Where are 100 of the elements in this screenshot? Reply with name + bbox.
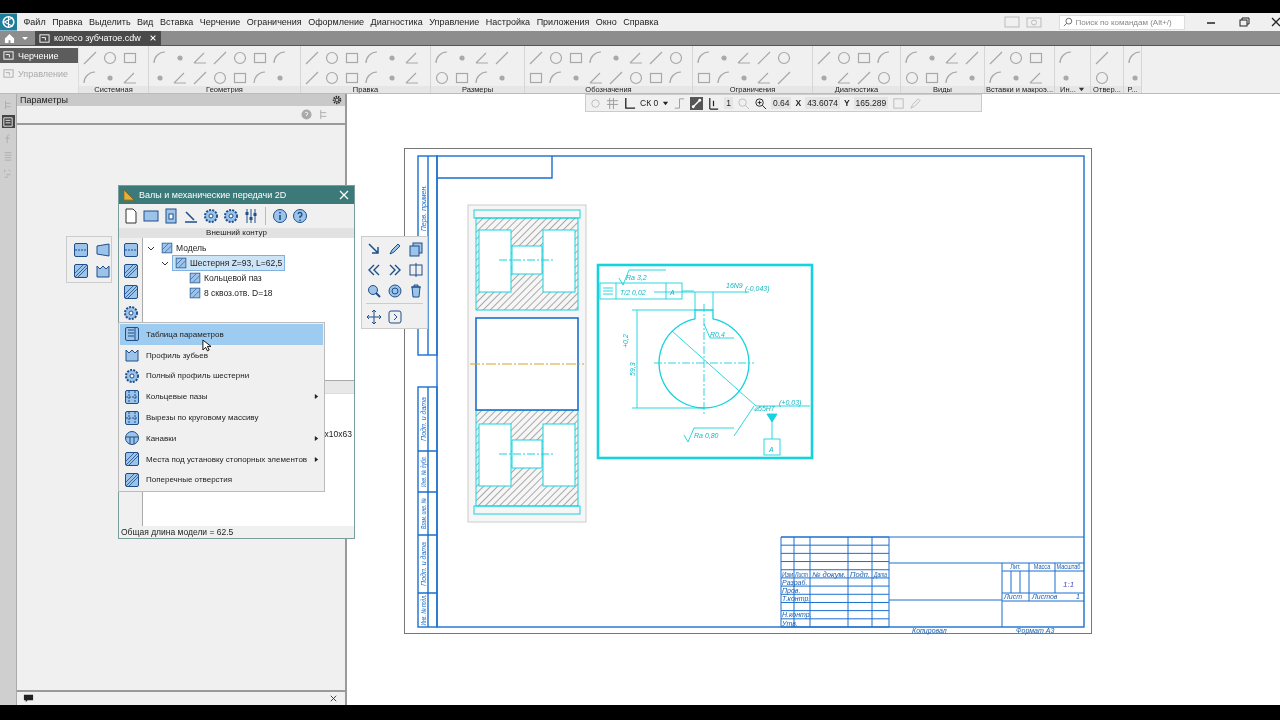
panel-icon[interactable] bbox=[143, 208, 159, 224]
arc-tool-icon[interactable] bbox=[152, 50, 168, 66]
menu-item[interactable]: Выделить bbox=[89, 17, 131, 27]
line-tool-icon[interactable] bbox=[304, 50, 320, 66]
line-tool-icon[interactable] bbox=[82, 50, 98, 66]
snap-icon[interactable] bbox=[589, 96, 602, 110]
menu-item[interactable]: Вставка bbox=[159, 17, 194, 27]
line-tool-icon[interactable] bbox=[1094, 50, 1110, 66]
arc-tool-icon[interactable] bbox=[82, 70, 98, 86]
menu-item[interactable]: Поперечные отверстия bbox=[120, 469, 323, 491]
target-icon[interactable] bbox=[387, 283, 403, 299]
menu-item[interactable]: Справка bbox=[623, 17, 659, 27]
angle-tool-icon[interactable] bbox=[628, 50, 644, 66]
line-tool-icon[interactable] bbox=[192, 70, 208, 86]
circle-tool-icon[interactable] bbox=[212, 70, 228, 86]
circle-tool-icon[interactable] bbox=[324, 70, 340, 86]
close-icon[interactable] bbox=[328, 693, 339, 704]
angle-tool-icon[interactable] bbox=[192, 50, 208, 66]
circle-tool-icon[interactable] bbox=[1008, 50, 1024, 66]
menu-item[interactable]: Управление bbox=[429, 17, 480, 27]
line-tool-icon[interactable] bbox=[816, 50, 832, 66]
snap-toggle-icon[interactable] bbox=[690, 96, 704, 110]
plain-block-icon[interactable] bbox=[73, 242, 89, 258]
line-tool-icon[interactable] bbox=[964, 50, 980, 66]
circle-tool-icon[interactable] bbox=[232, 50, 248, 66]
rectangle-tool-icon[interactable] bbox=[648, 70, 664, 86]
arc-tool-icon[interactable] bbox=[988, 70, 1004, 86]
arc-tool-icon[interactable] bbox=[1058, 50, 1074, 66]
rectangle-tool-icon[interactable] bbox=[924, 70, 940, 86]
canal-icon[interactable] bbox=[124, 430, 140, 447]
axes-icon[interactable] bbox=[623, 96, 636, 110]
arc-tool-icon[interactable] bbox=[364, 70, 380, 86]
zoom-field[interactable]: 0.64 bbox=[770, 97, 792, 109]
coordinate-system-dropdown[interactable]: СК 0 bbox=[640, 98, 659, 108]
tree-item[interactable]: Модель bbox=[158, 239, 210, 256]
angle-tool-icon[interactable] bbox=[736, 50, 752, 66]
trash-icon[interactable] bbox=[408, 283, 424, 299]
menu-item[interactable]: Таблица параметров bbox=[120, 324, 323, 345]
plain-block-icon[interactable] bbox=[122, 242, 139, 258]
rectangle-tool-icon[interactable] bbox=[454, 70, 470, 86]
settings-icon[interactable] bbox=[332, 95, 342, 105]
menu-item[interactable]: Черчение bbox=[199, 17, 241, 27]
rectangle-tool-icon[interactable] bbox=[122, 50, 138, 66]
circle-tool-icon[interactable] bbox=[1094, 70, 1110, 86]
close-icon[interactable] bbox=[148, 34, 157, 42]
layer-icon[interactable] bbox=[707, 96, 721, 110]
menu-item[interactable]: Профиль зубьев bbox=[120, 344, 323, 366]
circle-tool-icon[interactable] bbox=[548, 50, 564, 66]
arc-tool-icon[interactable] bbox=[364, 50, 380, 66]
angle-tool-icon[interactable] bbox=[404, 50, 420, 66]
arc-tool-icon[interactable] bbox=[252, 70, 268, 86]
angle-tool-icon[interactable] bbox=[756, 70, 772, 86]
menu-item[interactable]: Кольцевые пазы bbox=[120, 386, 323, 408]
parameters-icon[interactable] bbox=[1, 115, 15, 128]
chat-icon[interactable] bbox=[23, 693, 34, 704]
move-icon[interactable] bbox=[366, 309, 382, 325]
line-tool-icon[interactable] bbox=[648, 50, 664, 66]
holes-icon[interactable] bbox=[124, 471, 140, 488]
angle-tool-icon[interactable] bbox=[474, 50, 490, 66]
search-field[interactable]: Поиск по командам (Alt+/) bbox=[1058, 14, 1185, 30]
menu-item[interactable]: Настройка bbox=[485, 17, 531, 27]
circle-tool-icon[interactable] bbox=[836, 50, 852, 66]
arc-tool-icon[interactable] bbox=[716, 70, 732, 86]
circle-tool-icon[interactable] bbox=[102, 50, 118, 66]
teeth-icon[interactable] bbox=[95, 263, 111, 279]
split-icon[interactable] bbox=[408, 262, 424, 278]
arc-tool-icon[interactable] bbox=[272, 50, 288, 66]
line-tool-icon[interactable] bbox=[756, 50, 772, 66]
line-tool-icon[interactable] bbox=[988, 50, 1004, 66]
circle-tool-icon[interactable] bbox=[876, 70, 892, 86]
menu-item[interactable]: Правка bbox=[52, 17, 83, 27]
gear-icon[interactable] bbox=[122, 305, 139, 321]
line-tool-icon[interactable] bbox=[856, 70, 872, 86]
layer-field[interactable]: 1 bbox=[724, 97, 733, 109]
tree-icon[interactable] bbox=[318, 109, 329, 120]
home-icon[interactable] bbox=[4, 32, 15, 44]
chevrons-left-icon[interactable] bbox=[366, 262, 382, 278]
hatched-block-icon[interactable] bbox=[122, 263, 139, 279]
menu-item[interactable]: Полный профиль шестерни bbox=[120, 365, 323, 387]
angle-tool-icon[interactable] bbox=[944, 50, 960, 66]
menu-item[interactable]: Оформление bbox=[308, 17, 365, 27]
arc-tool-icon[interactable] bbox=[474, 70, 490, 86]
line-tool-icon[interactable] bbox=[494, 50, 510, 66]
menu-item[interactable]: Ограничения bbox=[246, 17, 302, 27]
teeth-icon[interactable] bbox=[124, 347, 140, 364]
exit-icon[interactable] bbox=[387, 309, 403, 325]
pen-icon[interactable] bbox=[183, 208, 199, 224]
menu-item[interactable]: Вырезы по круговому массиву bbox=[120, 407, 323, 428]
rectangle-tool-icon[interactable] bbox=[696, 70, 712, 86]
angle-tool-icon[interactable] bbox=[122, 70, 138, 86]
menu-item[interactable]: Места под установку стопорных элементов bbox=[120, 448, 323, 470]
menu-item[interactable]: Диагностика bbox=[370, 17, 423, 27]
mode-tab[interactable]: Черчение bbox=[0, 48, 78, 63]
x-field[interactable]: 43.6074 bbox=[805, 97, 840, 109]
circle-tool-icon[interactable] bbox=[904, 70, 920, 86]
hatched-block-icon[interactable] bbox=[122, 284, 139, 300]
copy-icon[interactable] bbox=[408, 241, 424, 257]
rectangle-tool-icon[interactable] bbox=[1028, 50, 1044, 66]
angle-tool-icon[interactable] bbox=[172, 70, 188, 86]
line-tool-icon[interactable] bbox=[776, 70, 792, 86]
